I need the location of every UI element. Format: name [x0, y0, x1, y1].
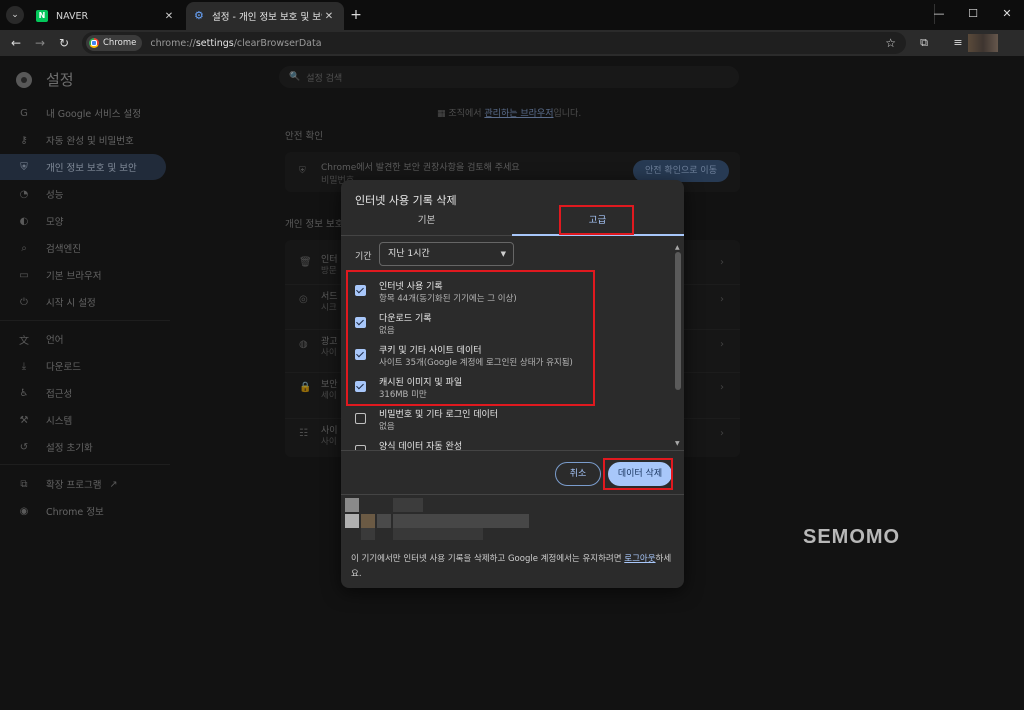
bookmark-star-icon[interactable]: ☆: [885, 32, 896, 54]
dropdown-caret-icon: ▼: [500, 250, 506, 258]
account-info-blurred: [345, 498, 531, 544]
maximize-icon[interactable]: ☐: [956, 0, 990, 28]
highlight-box-delete: [603, 458, 673, 490]
option-autofill[interactable]: 양식 데이터 자동 완성: [353, 436, 673, 450]
tab-naver[interactable]: N NAVER ✕: [28, 2, 184, 30]
time-range-select[interactable]: 지난 1시간 ▼: [379, 242, 514, 266]
extensions-icon[interactable]: ⧉: [914, 33, 934, 53]
cancel-button[interactable]: 취소: [555, 462, 601, 486]
chrome-icon: [89, 38, 99, 48]
scrollbar-thumb[interactable]: [675, 252, 681, 390]
tab-title: 설정 - 개인 정보 보호 및 보안: [212, 12, 322, 23]
clear-browsing-data-dialog: 인터넷 사용 기록 삭제 기본 고급 기간 지난 1시간 ▼ 인터넷 사용 기록…: [341, 180, 684, 588]
reload-icon[interactable]: ↻: [54, 33, 74, 53]
chip-label: Chrome: [103, 38, 137, 48]
url-text: chrome://settings/clearBrowserData: [150, 37, 322, 49]
new-tab-icon[interactable]: +: [348, 6, 364, 24]
minimize-icon[interactable]: —: [922, 0, 956, 28]
scroll-down-icon[interactable]: ▼: [675, 440, 680, 447]
divider: [341, 494, 684, 495]
divider: [341, 450, 684, 451]
media-icon[interactable]: ≡: [948, 33, 968, 53]
watermark: SEMOMO: [803, 526, 901, 548]
highlight-box-advanced-tab: [559, 205, 634, 235]
site-chip[interactable]: Chrome: [86, 35, 143, 51]
dialog-title: 인터넷 사용 기록 삭제: [355, 194, 457, 207]
tab-settings[interactable]: ⚙ 설정 - 개인 정보 보호 및 보안 ✕: [186, 2, 344, 30]
period-label: 기간: [355, 252, 372, 262]
address-bar[interactable]: Chrome chrome://settings/clearBrowserDat…: [82, 32, 906, 54]
forward-icon[interactable]: →: [30, 33, 50, 53]
back-icon[interactable]: ←: [6, 33, 26, 53]
dialog-scrollbar[interactable]: ▲ ▼: [674, 244, 682, 450]
scroll-up-icon[interactable]: ▲: [675, 244, 680, 251]
close-window-icon[interactable]: ✕: [990, 0, 1024, 28]
avatar[interactable]: [968, 34, 998, 52]
tab-strip: ⌄ N NAVER ✕ ⚙ 설정 - 개인 정보 보호 및 보안 ✕ + — ☐…: [0, 0, 1024, 30]
option-passwords[interactable]: 비밀번호 및 기타 로그인 데이터 없음: [353, 404, 673, 436]
checkbox-unchecked[interactable]: [355, 413, 366, 424]
gear-icon: ⚙: [194, 9, 204, 22]
tab-search-icon[interactable]: ⌄: [6, 6, 24, 24]
tab-basic[interactable]: 기본: [341, 208, 512, 234]
window-controls: — ☐ ✕: [922, 0, 1024, 28]
tab-title: NAVER: [56, 10, 89, 22]
close-icon[interactable]: ✕: [162, 11, 176, 22]
close-icon[interactable]: ✕: [322, 11, 336, 22]
browser-toolbar: ← → ↻ Chrome chrome://settings/clearBrow…: [0, 30, 1024, 56]
naver-icon: N: [36, 10, 48, 22]
highlight-box-options: [346, 270, 595, 406]
sign-out-link[interactable]: 로그아웃: [624, 554, 655, 564]
sync-note: 이 기기에서만 인터넷 사용 기록을 삭제하고 Google 계정에서는 유지하…: [351, 554, 672, 579]
